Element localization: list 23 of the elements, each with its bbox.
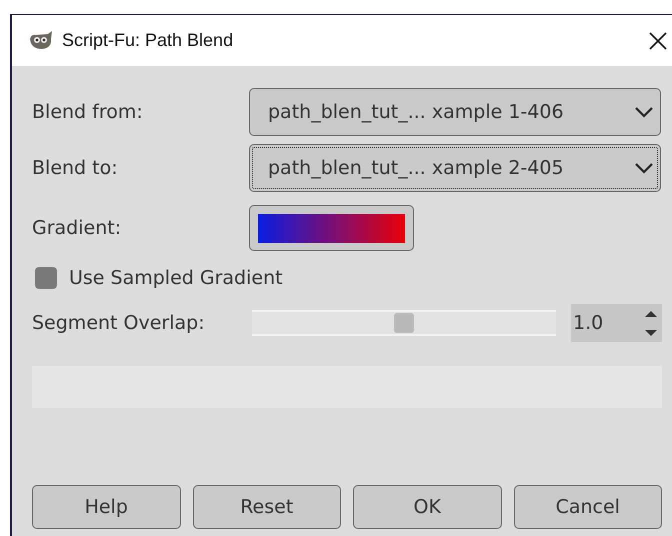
window-title: Script-Fu: Path Blend (62, 30, 234, 51)
field-label: Blend to: (32, 157, 119, 179)
field-label: Segment Overlap: (32, 312, 206, 334)
gradient-button[interactable] (249, 205, 414, 251)
slider-track[interactable] (252, 310, 556, 336)
dialog-button[interactable]: Cancel (514, 485, 662, 529)
up-arrow-icon[interactable] (644, 310, 658, 318)
caret-icon (634, 106, 654, 118)
down-arrow-icon[interactable] (644, 328, 658, 336)
dialog-button[interactable]: Help (32, 485, 180, 529)
close-icon[interactable] (648, 30, 668, 50)
checkbox[interactable] (35, 267, 57, 289)
spin-field[interactable]: 1.0 (571, 304, 662, 342)
path-dropdown[interactable]: path_blen_tut_... xample 2-405 (249, 144, 661, 192)
slider-thumb[interactable] (394, 313, 414, 333)
path-dropdown[interactable]: path_blen_tut_... xample 1-406 (249, 88, 661, 136)
field-label: Blend from: (32, 101, 144, 123)
caret-icon (634, 162, 654, 174)
app-icon (28, 30, 54, 50)
dialog-button[interactable]: OK (353, 485, 502, 529)
field-label: Gradient: (32, 217, 122, 239)
dialog-button[interactable]: Reset (192, 485, 341, 529)
checkbox-label: Use Sampled Gradient (69, 267, 283, 289)
